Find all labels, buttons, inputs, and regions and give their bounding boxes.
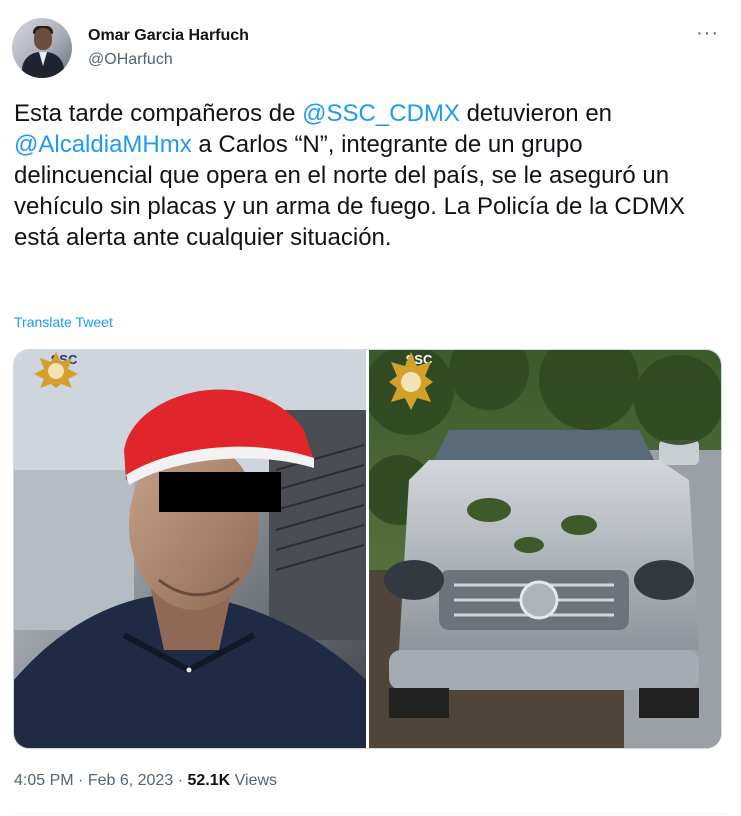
photo-detainee-image (14, 350, 366, 748)
ssc-badge: SSC (34, 352, 94, 388)
more-horizontal-icon[interactable]: ··· (696, 22, 719, 45)
avatar-head (34, 28, 52, 50)
ssc-star-icon (389, 352, 433, 410)
photo-vehicle[interactable]: SSC (369, 350, 721, 748)
translate-tweet-link[interactable]: Translate Tweet (14, 314, 113, 330)
mention-link[interactable]: @AlcaldiaMHmx (14, 131, 192, 158)
divider (14, 813, 727, 814)
views-count: 52.1K (187, 772, 231, 789)
tweet-meta: 4:05 PM · Feb 6, 2023 · 52.1K Views (14, 771, 277, 791)
tweet-text-part: detuvieron en (459, 100, 613, 127)
ssc-star-icon (34, 352, 78, 388)
tweet-media: SSC SSC (13, 349, 722, 749)
views-label: Views (234, 772, 278, 789)
mention-link[interactable]: @SSC_CDMX (302, 100, 460, 127)
photo-detainee[interactable]: SSC (14, 350, 366, 748)
avatar[interactable] (12, 18, 72, 78)
meta-separator: · (78, 772, 84, 789)
ssc-badge: SSC (389, 352, 449, 410)
tweet-time[interactable]: 4:05 PM (14, 772, 74, 789)
tweet-date[interactable]: Feb 6, 2023 (88, 772, 173, 789)
tweet-text-part: Esta tarde compañeros de (14, 100, 303, 127)
meta-separator: · (177, 772, 184, 789)
tweet-text: Esta tarde compañeros de @SSC_CDMX detuv… (14, 98, 726, 253)
author-handle[interactable]: @OHarfuch (88, 50, 173, 70)
author-name[interactable]: Omar Garcia Harfuch (88, 26, 249, 46)
